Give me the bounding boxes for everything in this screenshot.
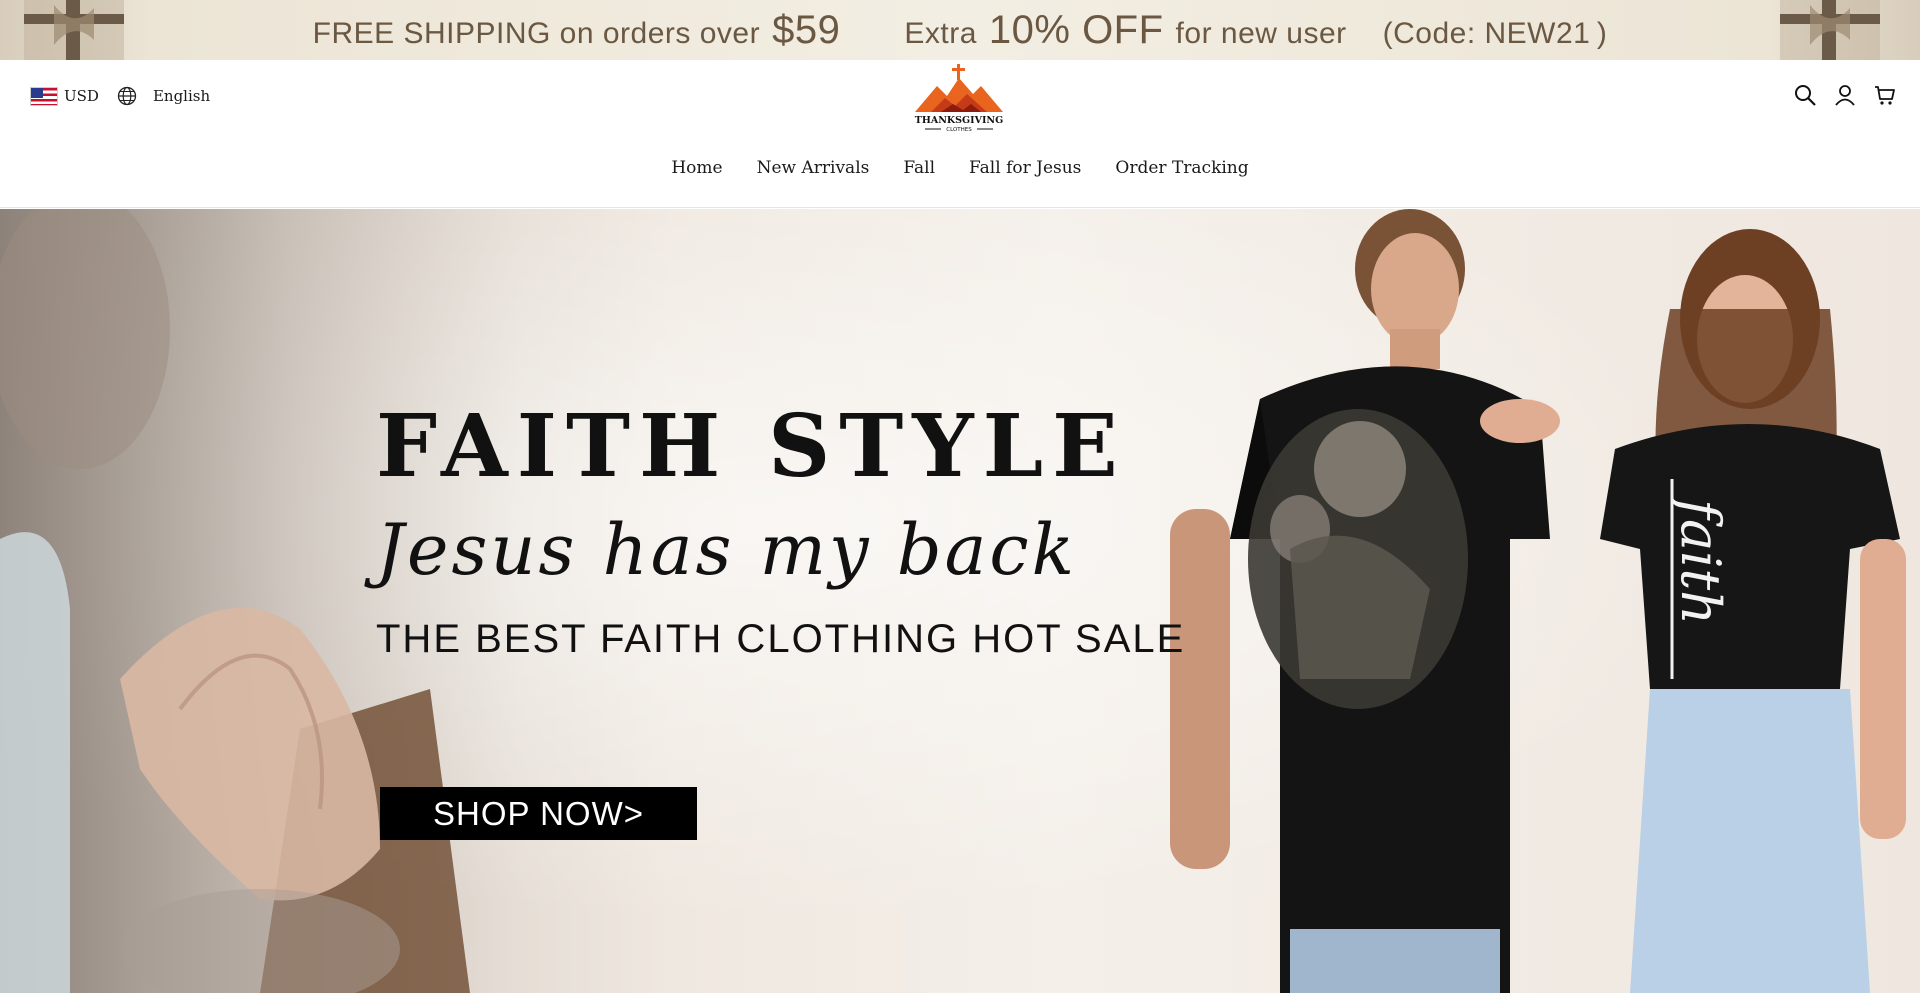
logo-line1: THANKSGIVING: [915, 115, 1003, 126]
hero-script-tagline: Jesus has my back: [376, 509, 1077, 591]
cross-decoration-icon: [1780, 0, 1880, 60]
locale-selector: USD English: [30, 86, 228, 106]
nav-item-fall-for-jesus[interactable]: Fall for Jesus: [969, 158, 1081, 178]
language-selector[interactable]: English: [117, 86, 210, 106]
cross-decoration-icon: [24, 0, 124, 60]
hero-text: FAITH STYLE Jesus has my back THE BEST F…: [376, 404, 1185, 662]
main-nav: Home New Arrivals Fall Fall for Jesus Or…: [0, 158, 1920, 178]
shirt-faith-text: faith: [1669, 495, 1732, 625]
hero-title: FAITH STYLE: [376, 396, 1127, 497]
promo-banner: FREE SHIPPING on orders over $59 Extra 1…: [0, 0, 1920, 60]
promo-text: FREE SHIPPING on orders over $59 Extra 1…: [313, 8, 1608, 53]
models-image: faith: [1170, 209, 1906, 993]
promo-code: (Code: NEW21 ): [1382, 16, 1608, 50]
promo-extra-amount: 10% OFF: [988, 7, 1164, 52]
nav-item-home[interactable]: Home: [671, 158, 722, 178]
nav-item-order-tracking[interactable]: Order Tracking: [1115, 158, 1248, 178]
account-icon[interactable]: [1834, 84, 1856, 106]
promo-extra-prefix: Extra: [904, 16, 977, 50]
promo-shipping-amount: $59: [772, 7, 841, 52]
globe-icon: [117, 86, 137, 106]
currency-label: USD: [64, 87, 99, 105]
hero-subtitle: THE BEST FAITH CLOTHING HOT SALE: [376, 617, 1186, 661]
hero-banner[interactable]: faith FAITH STYLE Jesus has my back THE …: [0, 209, 1920, 993]
search-icon[interactable]: [1794, 84, 1816, 106]
cart-icon[interactable]: [1874, 84, 1896, 106]
logo-line2: CLOTHES: [946, 127, 972, 133]
language-label: English: [152, 87, 211, 105]
shop-now-button[interactable]: SHOP NOW>: [380, 787, 697, 840]
us-flag-icon: [30, 86, 58, 106]
nav-item-new-arrivals[interactable]: New Arrivals: [757, 158, 870, 178]
site-logo[interactable]: THANKSGIVING CLOTHES: [911, 64, 1007, 136]
site-header: USD English THANKSGIVING CLOTHES Home Ne…: [0, 60, 1920, 208]
currency-selector[interactable]: USD: [30, 86, 99, 106]
header-icons: [1794, 84, 1896, 106]
promo-shipping-prefix: FREE SHIPPING on orders over: [312, 16, 761, 50]
nav-item-fall[interactable]: Fall: [903, 158, 935, 178]
promo-extra-suffix: for new user: [1175, 16, 1347, 50]
